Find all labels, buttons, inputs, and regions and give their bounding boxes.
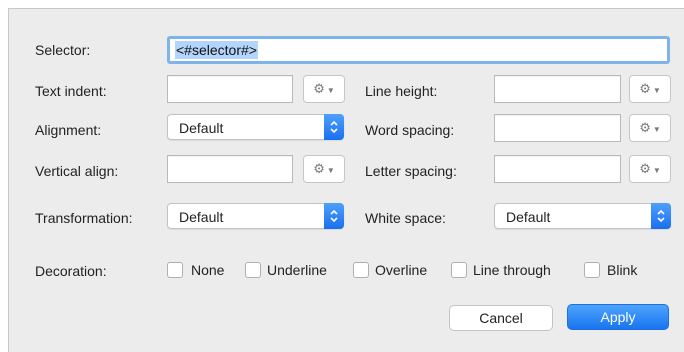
line-height-unit-button[interactable]: ⚙ ▼ <box>629 75 671 103</box>
text-indent-unit-button[interactable]: ⚙ ▼ <box>303 75 345 103</box>
letter-spacing-label: Letter spacing: <box>365 163 457 179</box>
alignment-select[interactable]: Default <box>167 114 344 140</box>
letter-spacing-field[interactable] <box>494 155 621 183</box>
vertical-align-label: Vertical align: <box>35 163 119 179</box>
caret-down-icon: ▼ <box>326 85 335 95</box>
decoration-label: Decoration: <box>35 263 107 279</box>
caret-down-icon: ▼ <box>652 85 661 95</box>
alignment-label: Alignment: <box>35 122 102 138</box>
decoration-underline-checkbox[interactable] <box>245 262 261 278</box>
decoration-underline-label: Underline <box>267 262 327 278</box>
decoration-none-checkbox[interactable] <box>167 262 183 278</box>
decoration-line-through-checkbox[interactable] <box>451 262 467 278</box>
word-spacing-field[interactable] <box>494 114 621 142</box>
word-spacing-label: Word spacing: <box>365 122 455 138</box>
decoration-blink-checkbox[interactable] <box>584 262 600 278</box>
cancel-button[interactable]: Cancel <box>449 305 553 331</box>
decoration-none-label: None <box>191 262 225 278</box>
line-height-field[interactable] <box>494 75 621 103</box>
gear-icon: ⚙ <box>639 120 651 135</box>
caret-down-icon: ▼ <box>652 165 661 175</box>
transformation-label: Transformation: <box>35 210 133 226</box>
updown-chevron-icon <box>651 203 671 229</box>
caret-down-icon: ▼ <box>652 124 661 134</box>
decoration-blink-label: Blink <box>607 262 638 278</box>
white-space-selected-value: Default <box>506 209 551 225</box>
gear-icon: ⚙ <box>313 161 325 176</box>
caret-down-icon: ▼ <box>326 165 335 175</box>
letter-spacing-unit-button[interactable]: ⚙ ▼ <box>629 155 671 183</box>
gear-icon: ⚙ <box>313 81 325 96</box>
vertical-align-unit-button[interactable]: ⚙ ▼ <box>303 155 345 183</box>
white-space-label: White space: <box>365 210 446 226</box>
css-text-properties-dialog: Selector: <#selector#> Text indent: ⚙ ▼ L… <box>8 8 684 352</box>
line-height-label: Line height: <box>365 83 438 99</box>
gear-icon: ⚙ <box>639 161 651 176</box>
updown-chevron-icon <box>324 203 344 229</box>
transformation-selected-value: Default <box>179 209 224 225</box>
text-indent-label: Text indent: <box>35 83 107 99</box>
apply-button[interactable]: Apply <box>567 304 669 330</box>
alignment-selected-value: Default <box>179 120 224 136</box>
transformation-select[interactable]: Default <box>167 203 344 229</box>
selector-input[interactable]: <#selector#> <box>167 36 670 64</box>
updown-chevron-icon <box>324 114 344 140</box>
decoration-line-through-label: Line through <box>473 262 551 278</box>
selector-label: Selector: <box>35 42 91 58</box>
gear-icon: ⚙ <box>639 81 651 96</box>
white-space-select[interactable]: Default <box>494 203 671 229</box>
vertical-align-field[interactable] <box>167 155 293 183</box>
decoration-overline-label: Overline <box>375 262 428 278</box>
selector-value: <#selector#> <box>175 41 258 59</box>
text-indent-field[interactable] <box>167 75 293 103</box>
decoration-overline-checkbox[interactable] <box>353 262 369 278</box>
word-spacing-unit-button[interactable]: ⚙ ▼ <box>629 114 671 142</box>
